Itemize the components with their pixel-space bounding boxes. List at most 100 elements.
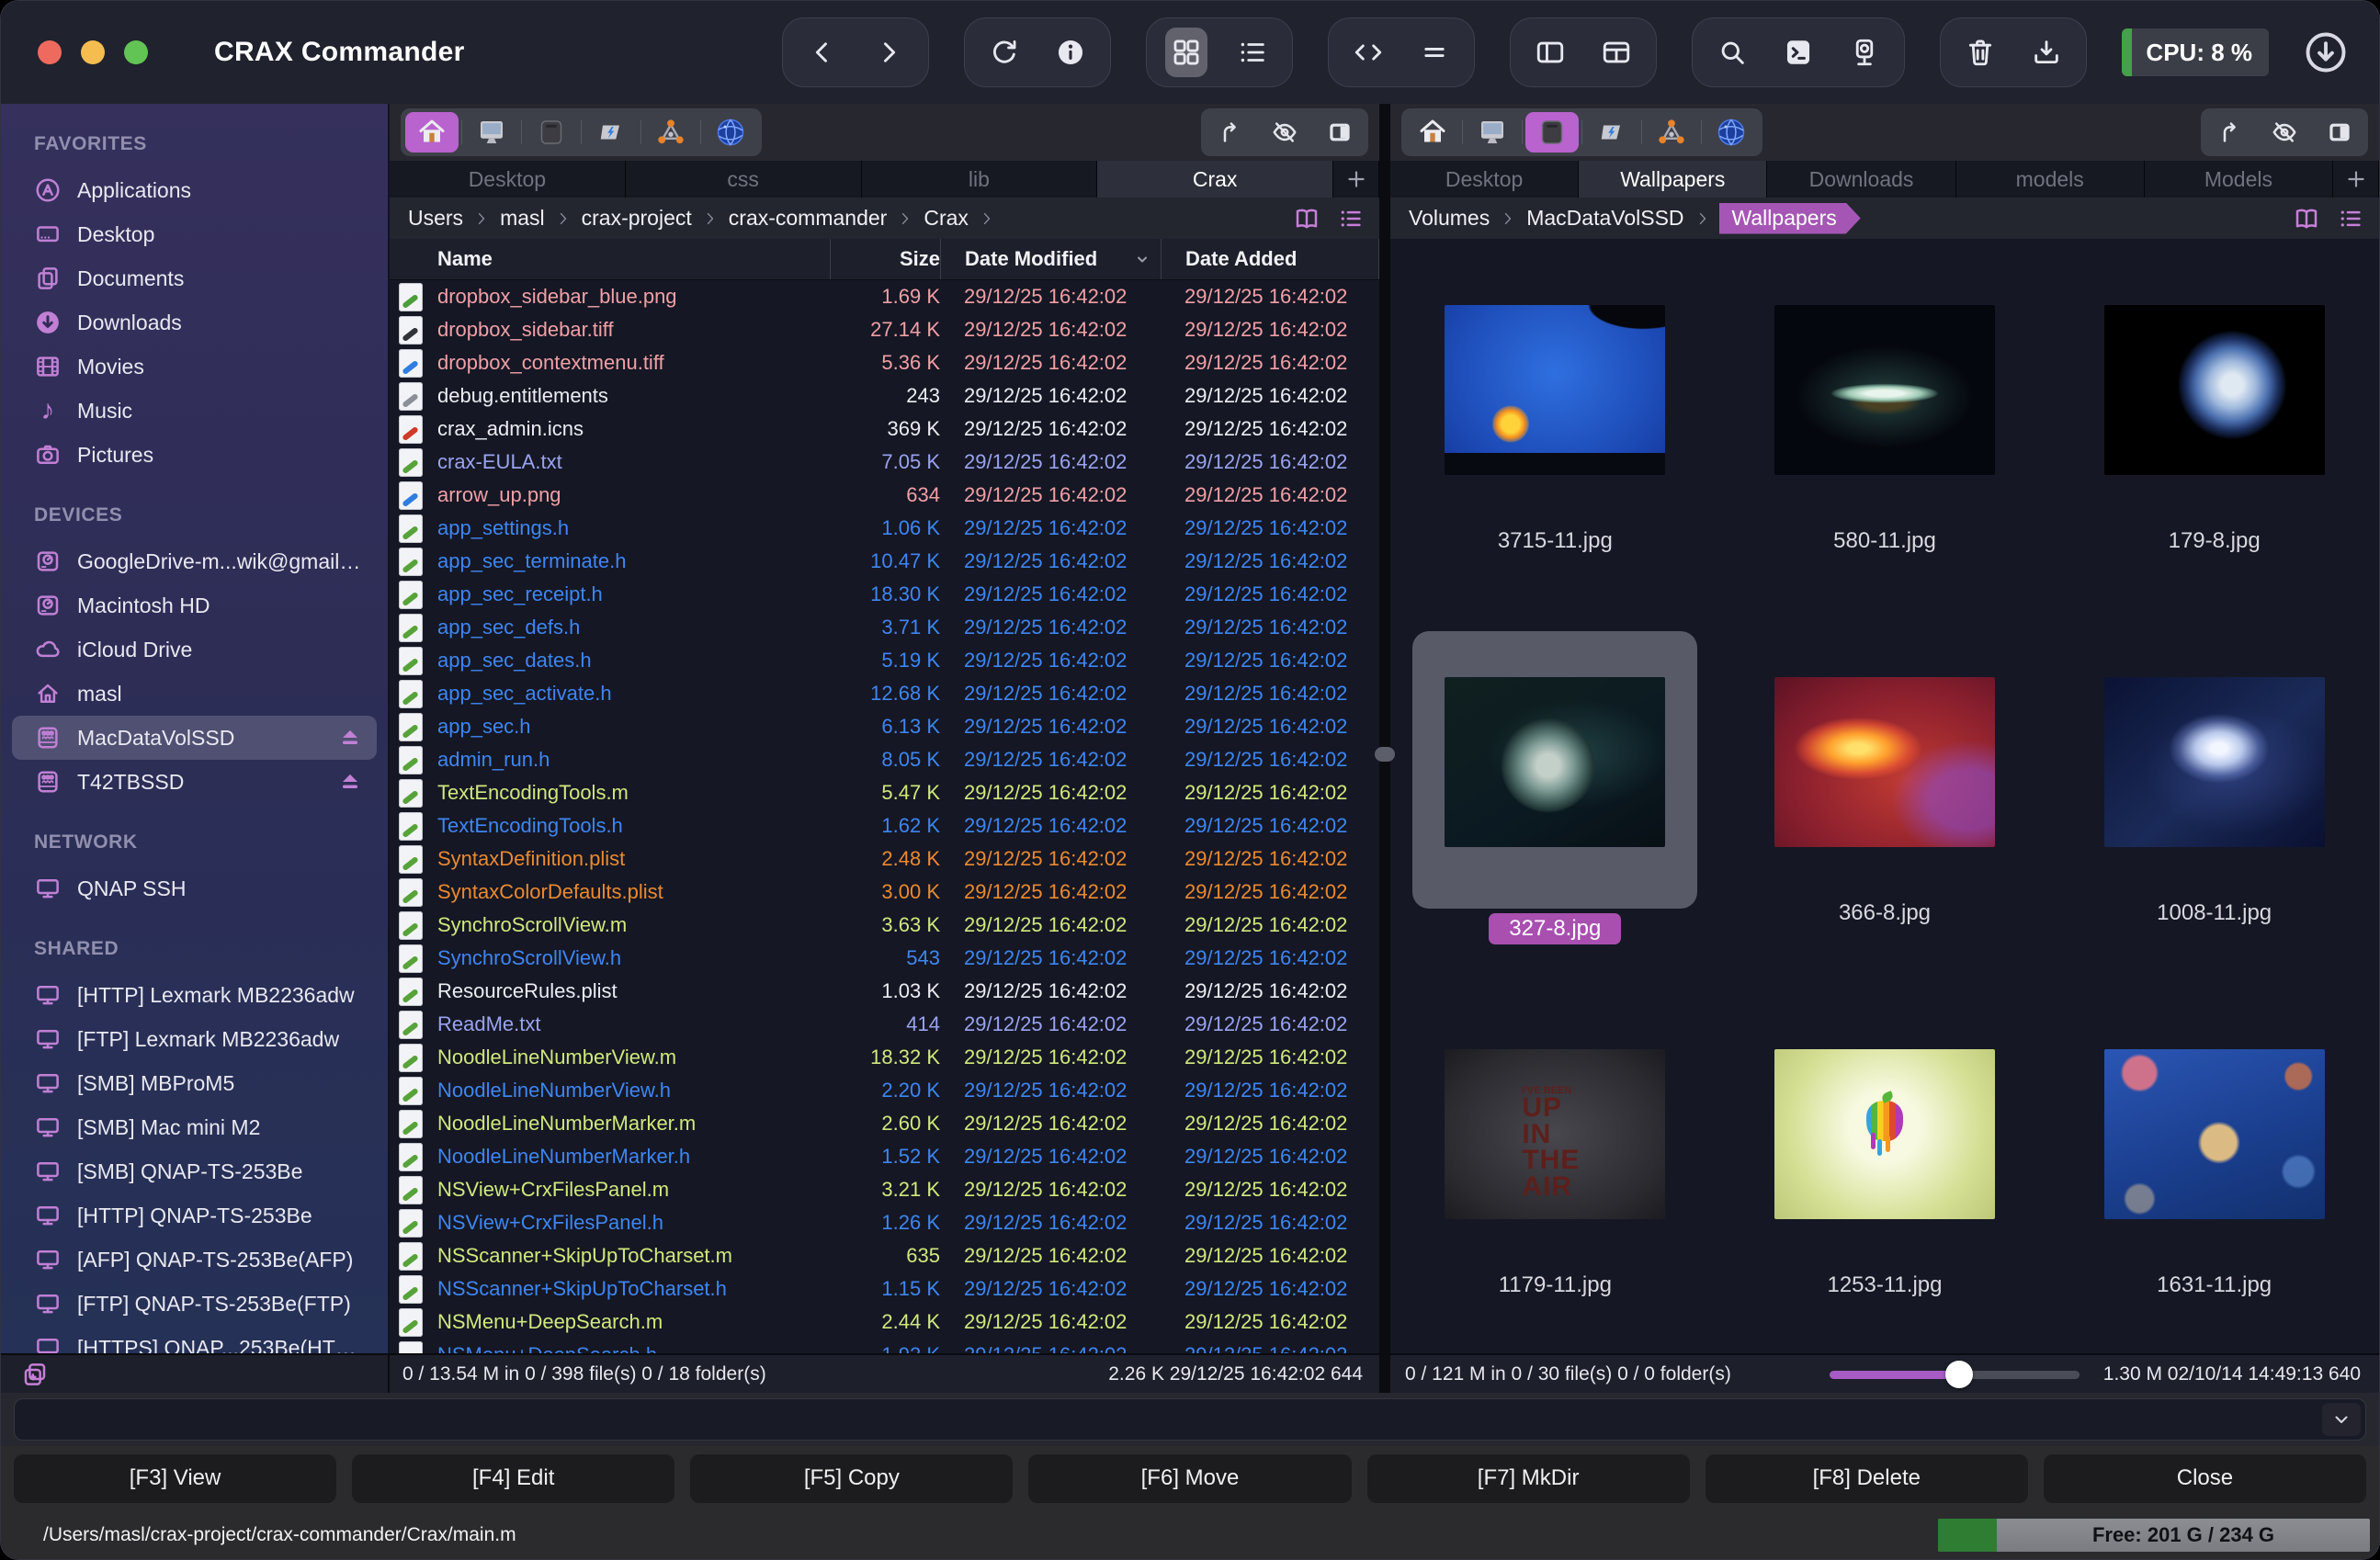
- sidebar-item-googledrive-m-wik-gmail-com[interactable]: GoogleDrive-m...wik@gmail.com: [12, 539, 377, 583]
- sidebar-item-smb-mac-mini-m2[interactable]: [SMB] Mac mini M2: [12, 1105, 377, 1149]
- list-small-icon[interactable]: [1337, 205, 1365, 232]
- up-arrow-icon[interactable]: [2216, 119, 2243, 146]
- column-size[interactable]: Size: [830, 239, 940, 279]
- sidebar-item-afp-qnap-ts-253be-afp[interactable]: [AFP] QNAP-TS-253Be(AFP): [12, 1238, 377, 1282]
- sidebar-item-documents[interactable]: Documents: [12, 256, 377, 300]
- tab-models[interactable]: models: [1956, 161, 2145, 198]
- drive-network[interactable]: [644, 112, 697, 153]
- tab-desktop[interactable]: Desktop: [390, 161, 626, 198]
- vertical-split-button[interactable]: [1529, 28, 1571, 77]
- table-row[interactable]: NSScanner+SkipUpToCharset.h1.15 K29/12/2…: [390, 1272, 1379, 1306]
- drive-ssd[interactable]: [525, 112, 578, 153]
- fkey-f5-copy[interactable]: [F5] Copy: [690, 1453, 1013, 1503]
- table-row[interactable]: app_sec_defs.h3.71 K29/12/25 16:42:0229/…: [390, 611, 1379, 644]
- table-row[interactable]: dropbox_contextmenu.tiff5.36 K29/12/25 1…: [390, 346, 1379, 379]
- tab-models[interactable]: Models: [2145, 161, 2333, 198]
- table-row[interactable]: NSMenu+DeepSearch.h1.92 K29/12/25 16:42:…: [390, 1339, 1379, 1353]
- drive-imac[interactable]: [465, 112, 518, 153]
- column-name[interactable]: Name: [399, 239, 830, 279]
- zoom-window-button[interactable]: [124, 40, 148, 64]
- table-row[interactable]: NSView+CrxFilesPanel.m3.21 K29/12/25 16:…: [390, 1173, 1379, 1206]
- new-tab-button[interactable]: [1333, 161, 1379, 198]
- wallpaper-item[interactable]: 1253-11.jpg: [1720, 983, 2050, 1353]
- wallpaper-item[interactable]: 366-8.jpg: [1720, 611, 2050, 983]
- sidebar-item-t42tbssd[interactable]: T42TBSSD: [12, 760, 377, 804]
- terminal-button[interactable]: [1777, 28, 1819, 77]
- table-row[interactable]: NSMenu+DeepSearch.m2.44 K29/12/25 16:42:…: [390, 1306, 1379, 1339]
- table-row[interactable]: app_settings.h1.06 K29/12/25 16:42:0229/…: [390, 512, 1379, 545]
- breadcrumb-segment[interactable]: MacDataVolSSD: [1523, 206, 1687, 231]
- fkey-f3-view[interactable]: [F3] View: [14, 1453, 336, 1503]
- sidebar-item-pictures[interactable]: Pictures: [12, 433, 377, 477]
- table-row[interactable]: SyntaxColorDefaults.plist3.00 K29/12/25 …: [390, 876, 1379, 909]
- fkey-close[interactable]: Close: [2044, 1453, 2366, 1503]
- sidebar-item-macintosh-hd[interactable]: Macintosh HD: [12, 583, 377, 627]
- table-row[interactable]: NSView+CrxFilesPanel.h1.26 K29/12/25 16:…: [390, 1206, 1379, 1239]
- equalize-panels-button[interactable]: [1413, 28, 1456, 77]
- sidebar-item-icloud-drive[interactable]: iCloud Drive: [12, 627, 377, 672]
- breadcrumb-segment[interactable]: masl: [496, 206, 549, 231]
- eject-icon[interactable]: [336, 724, 364, 752]
- table-row[interactable]: app_sec_activate.h12.68 K29/12/25 16:42:…: [390, 677, 1379, 710]
- table-row[interactable]: TextEncodingTools.m5.47 K29/12/25 16:42:…: [390, 776, 1379, 809]
- fkey-f4-edit[interactable]: [F4] Edit: [352, 1453, 674, 1503]
- sidebar-item-https-qnap-253be-https[interactable]: [HTTPS] QNAP...253Be(HTTPS): [12, 1326, 377, 1353]
- minimize-window-button[interactable]: [81, 40, 105, 64]
- table-row[interactable]: NoodleLineNumberMarker.m2.60 K29/12/25 1…: [390, 1107, 1379, 1140]
- table-row[interactable]: NSScanner+SkipUpToCharset.m63529/12/25 1…: [390, 1239, 1379, 1272]
- sidebar-item-qnap-ssh[interactable]: QNAP SSH: [12, 866, 377, 910]
- tab-wallpapers[interactable]: Wallpapers: [1579, 161, 1767, 198]
- sidebar-item-music[interactable]: ♪Music: [12, 389, 377, 433]
- horizontal-split-button[interactable]: [1595, 28, 1638, 77]
- sidebar-item-http-qnap-ts-253be[interactable]: [HTTP] QNAP-TS-253Be: [12, 1193, 377, 1238]
- archive-button[interactable]: [2025, 28, 2068, 77]
- thumbnail-zoom-slider[interactable]: [1830, 1361, 2080, 1388]
- maximize-panel-icon[interactable]: [1326, 119, 1354, 146]
- drive-globe[interactable]: [1705, 112, 1758, 153]
- book-icon[interactable]: [1293, 205, 1320, 232]
- wallpaper-item[interactable]: 3715-11.jpg: [1390, 239, 1720, 611]
- table-row[interactable]: SyntaxDefinition.plist2.48 K29/12/25 16:…: [390, 842, 1379, 876]
- wallpaper-item[interactable]: 179-8.jpg: [2049, 239, 2379, 611]
- tab-lib[interactable]: lib: [862, 161, 1098, 198]
- fkey-f8-delete[interactable]: [F8] Delete: [1706, 1453, 2028, 1503]
- back-button[interactable]: [801, 28, 844, 77]
- sidebar-item-desktop[interactable]: Desktop: [12, 212, 377, 256]
- table-row[interactable]: ReadMe.txt41429/12/25 16:42:0229/12/25 1…: [390, 1008, 1379, 1041]
- sidebar-item-applications[interactable]: Applications: [12, 168, 377, 212]
- table-row[interactable]: app_sec_dates.h5.19 K29/12/25 16:42:0229…: [390, 644, 1379, 677]
- breadcrumb-segment[interactable]: Volumes: [1405, 206, 1493, 231]
- table-row[interactable]: arrow_up.png63429/12/25 16:42:0229/12/25…: [390, 479, 1379, 512]
- tab-downloads[interactable]: Downloads: [1767, 161, 1955, 198]
- grid-view-button[interactable]: [1165, 28, 1207, 77]
- wallpaper-item[interactable]: 327-8.jpg: [1390, 611, 1720, 983]
- info-button[interactable]: [1049, 28, 1092, 77]
- eject-icon[interactable]: [336, 768, 364, 796]
- table-row[interactable]: dropbox_sidebar.tiff27.14 K29/12/25 16:4…: [390, 313, 1379, 346]
- drive-network[interactable]: [1645, 112, 1698, 153]
- wallpaper-item[interactable]: I'VE BEENUPINTHEAIR1179-11.jpg: [1390, 983, 1720, 1353]
- list-small-icon[interactable]: [2337, 205, 2364, 232]
- table-row[interactable]: crax-EULA.txt7.05 K29/12/25 16:42:0229/1…: [390, 446, 1379, 479]
- table-row[interactable]: NoodleLineNumberView.m18.32 K29/12/25 16…: [390, 1041, 1379, 1074]
- wallpaper-item[interactable]: 1631-11.jpg: [2049, 983, 2379, 1353]
- command-input[interactable]: [14, 1398, 2366, 1441]
- copy-plus-icon[interactable]: [21, 1361, 49, 1388]
- pane-splitter[interactable]: [1379, 104, 1390, 1353]
- fkey-f7-mkdir[interactable]: [F7] MkDir: [1367, 1453, 1690, 1503]
- search-button[interactable]: [1711, 28, 1753, 77]
- hidden-files-icon[interactable]: [2271, 119, 2298, 146]
- sidebar-item-smb-qnap-ts-253be[interactable]: [SMB] QNAP-TS-253Be: [12, 1149, 377, 1193]
- table-row[interactable]: SynchroScrollView.m3.63 K29/12/25 16:42:…: [390, 909, 1379, 942]
- sidebar-item-movies[interactable]: Movies: [12, 345, 377, 389]
- swap-panels-button[interactable]: [1347, 28, 1389, 77]
- drive-globe[interactable]: [704, 112, 757, 153]
- new-tab-button[interactable]: [2333, 161, 2379, 198]
- book-icon[interactable]: [2293, 205, 2320, 232]
- sidebar-item-http-lexmark-mb2236adw[interactable]: [HTTP] Lexmark MB2236adw: [12, 973, 377, 1017]
- drive-home[interactable]: [405, 112, 459, 153]
- drive-home[interactable]: [1406, 112, 1459, 153]
- wallpaper-item[interactable]: 580-11.jpg: [1720, 239, 2050, 611]
- breadcrumb-segment[interactable]: Crax: [920, 206, 972, 231]
- sidebar-item-masl[interactable]: masl: [12, 672, 377, 716]
